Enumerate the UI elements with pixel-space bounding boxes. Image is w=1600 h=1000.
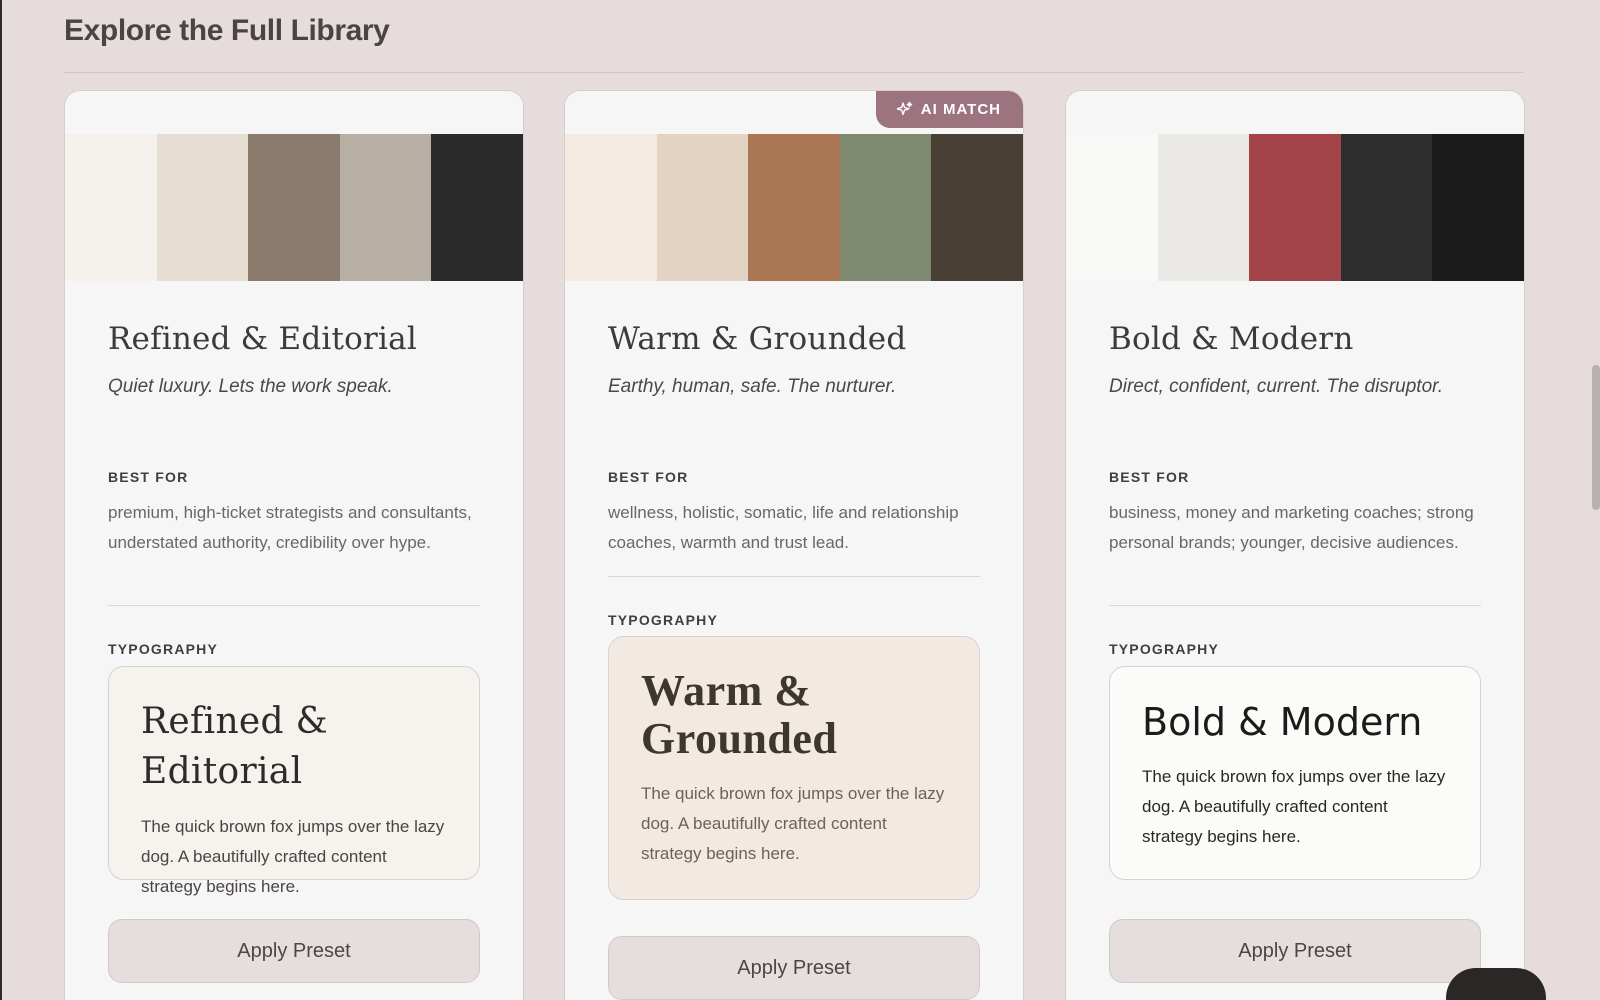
color-palette <box>1066 134 1524 281</box>
section-divider <box>64 72 1524 73</box>
color-palette <box>565 134 1023 281</box>
sparkles-icon <box>896 101 913 116</box>
color-swatch <box>931 134 1023 281</box>
typography-body-sample: The quick brown fox jumps over the lazy … <box>1142 767 1446 846</box>
preset-name: Refined & Editorial <box>108 321 417 357</box>
color-swatch <box>1249 134 1341 281</box>
best-for-label: BEST FOR <box>108 469 189 485</box>
window-left-edge <box>0 0 2 1000</box>
ai-match-badge: AI MATCH <box>875 91 1023 128</box>
color-palette <box>65 134 523 281</box>
color-swatch <box>248 134 340 281</box>
typography-heading-sample: Refined & Editorial <box>141 701 328 792</box>
ai-match-label: AI MATCH <box>920 101 1001 118</box>
color-swatch <box>748 134 840 281</box>
typography-preview: Warm & Grounded The quick brown fox jump… <box>608 636 980 900</box>
preset-tagline: Earthy, human, safe. The nurturer. <box>608 376 897 397</box>
color-swatch <box>1157 134 1250 281</box>
preset-card-warm-grounded: AI MATCH Warm & Grounded Earthy, human, … <box>564 90 1024 1000</box>
best-for-text: wellness, holistic, somatic, life and re… <box>608 503 959 552</box>
preset-name: Warm & Grounded <box>608 321 907 357</box>
typography-label: TYPOGRAPHY <box>108 641 219 657</box>
preset-tagline: Quiet luxury. Lets the work speak. <box>108 376 393 397</box>
typography-body-sample: The quick brown fox jumps over the lazy … <box>141 817 445 896</box>
preset-name: Bold & Modern <box>1109 321 1354 357</box>
preset-tagline: Direct, confident, current. The disrupto… <box>1109 376 1444 397</box>
best-for-text: premium, high-ticket strategists and con… <box>108 503 472 552</box>
typography-heading-sample: Warm & Grounded <box>641 666 838 763</box>
preset-card-bold-modern: Bold & Modern Direct, confident, current… <box>1065 90 1525 1000</box>
apply-preset-button[interactable]: Apply Preset <box>1109 919 1481 983</box>
color-swatch <box>1340 134 1433 281</box>
apply-preset-button[interactable]: Apply Preset <box>608 936 980 1000</box>
typography-body-sample: The quick brown fox jumps over the lazy … <box>641 784 945 863</box>
scrollbar-thumb[interactable] <box>1592 365 1600 510</box>
best-for-label: BEST FOR <box>608 469 689 485</box>
best-for-text: business, money and marketing coaches; s… <box>1109 503 1474 552</box>
color-swatch <box>656 134 749 281</box>
color-swatch <box>65 134 157 281</box>
color-swatch <box>1066 134 1158 281</box>
preset-card-refined-editorial: Refined & Editorial Quiet luxury. Lets t… <box>64 90 524 1000</box>
typography-label: TYPOGRAPHY <box>608 612 719 628</box>
chat-launcher[interactable] <box>1446 968 1546 1000</box>
apply-preset-button[interactable]: Apply Preset <box>108 919 480 983</box>
color-swatch <box>565 134 657 281</box>
section-title: Explore the Full Library <box>64 14 390 47</box>
color-swatch <box>1432 134 1524 281</box>
typography-heading-sample: Bold & Modern <box>1142 700 1423 744</box>
card-divider <box>1109 605 1481 606</box>
library-section: Explore the Full Library Refined & Edito… <box>64 0 1525 1000</box>
color-swatch <box>156 134 249 281</box>
color-swatch <box>431 134 523 281</box>
typography-preview: Refined & Editorial The quick brown fox … <box>108 666 480 896</box>
color-swatch <box>839 134 932 281</box>
best-for-label: BEST FOR <box>1109 469 1190 485</box>
card-divider <box>108 605 480 606</box>
card-divider <box>608 576 980 577</box>
typography-label: TYPOGRAPHY <box>1109 641 1220 657</box>
typography-preview: Bold & Modern The quick brown fox jumps … <box>1109 666 1481 880</box>
color-swatch <box>339 134 432 281</box>
